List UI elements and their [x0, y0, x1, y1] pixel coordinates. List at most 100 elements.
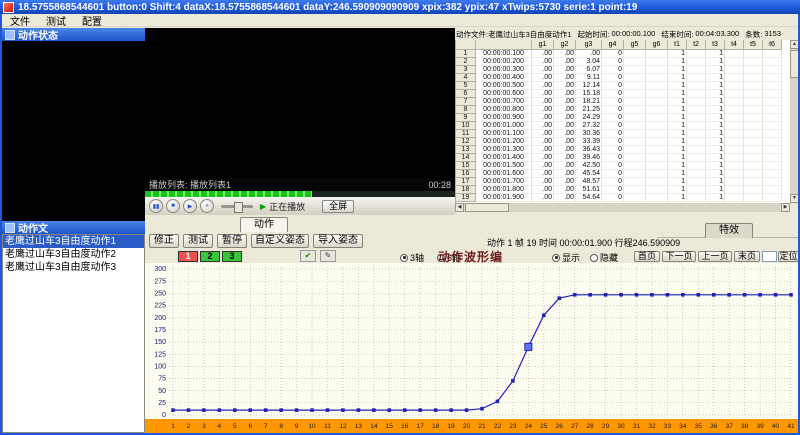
- row-number[interactable]: 16: [456, 170, 476, 178]
- row-number[interactable]: 11: [456, 130, 476, 138]
- table-cell: 00:00:00.800: [476, 106, 532, 114]
- table-cell: [624, 50, 646, 58]
- data-table[interactable]: g1g2g3g4g5g6t1t2t3t4t5t6 100:00:00.100.0…: [455, 40, 790, 203]
- row-number[interactable]: 1: [456, 50, 476, 58]
- table-header-cell-4[interactable]: g3: [576, 40, 602, 50]
- table-cell: [725, 90, 744, 98]
- row-number[interactable]: 18: [456, 186, 476, 194]
- row-number[interactable]: 6: [456, 90, 476, 98]
- table-header-cell-7[interactable]: g6: [646, 40, 668, 50]
- video-display[interactable]: [145, 28, 455, 178]
- row-number[interactable]: 2: [456, 58, 476, 66]
- scroll-left-icon[interactable]: ◀: [455, 203, 464, 212]
- file-panel-header[interactable]: 动作文: [2, 221, 145, 234]
- row-number[interactable]: 4: [456, 74, 476, 82]
- pause-button[interactable]: ▮▮: [149, 199, 163, 213]
- series-button-2[interactable]: 2: [200, 251, 220, 262]
- fullscreen-button[interactable]: 全屏: [322, 200, 354, 213]
- row-number[interactable]: 5: [456, 82, 476, 90]
- file-panel-title: 动作文: [18, 220, 48, 235]
- toolbar-button-2[interactable]: 暂停: [217, 234, 247, 248]
- table-header-cell-3[interactable]: g2: [554, 40, 576, 50]
- table-cell: .00: [532, 98, 554, 106]
- scroll-right-icon[interactable]: ▶: [781, 203, 790, 212]
- table-header-cell-1[interactable]: [476, 40, 532, 50]
- series-button-3[interactable]: 3: [222, 251, 242, 262]
- table-cell: [687, 106, 706, 114]
- toolbar-button-4[interactable]: 导入姿态: [313, 234, 363, 248]
- table-header-cell-11[interactable]: t4: [725, 40, 744, 50]
- row-number[interactable]: 13: [456, 146, 476, 154]
- table-row: 300:00:00.300.00.006.07011: [456, 66, 790, 74]
- row-number[interactable]: 10: [456, 122, 476, 130]
- series-button-1[interactable]: 1: [178, 251, 198, 262]
- next-button[interactable]: »: [200, 199, 214, 213]
- row-number[interactable]: 8: [456, 106, 476, 114]
- status-panel-header[interactable]: 动作状态: [2, 28, 145, 41]
- row-number[interactable]: 3: [456, 66, 476, 74]
- row-number[interactable]: 19: [456, 194, 476, 202]
- play-button[interactable]: ▶: [183, 199, 197, 213]
- table-header-cell-5[interactable]: g4: [602, 40, 624, 50]
- svg-text:75: 75: [158, 376, 166, 383]
- svg-text:225: 225: [154, 303, 166, 310]
- table-header-cell-8[interactable]: t1: [668, 40, 687, 50]
- file-list-item-2[interactable]: 老鹰过山车3自由度动作3: [3, 261, 144, 274]
- row-number[interactable]: 12: [456, 138, 476, 146]
- apply-icon-button[interactable]: ✔: [300, 250, 316, 262]
- menu-item-1[interactable]: 测试: [46, 13, 66, 28]
- action-file-list[interactable]: 老鹰过山车3自由度动作1老鹰过山车3自由度动作2老鹰过山车3自由度动作3: [2, 234, 145, 433]
- file-list-item-1[interactable]: 老鹰过山车3自由度动作2: [3, 248, 144, 261]
- table-header-cell-2[interactable]: g1: [532, 40, 554, 50]
- table-header-cell-0[interactable]: [456, 40, 476, 50]
- volume-slider[interactable]: [221, 205, 253, 208]
- menu-item-0[interactable]: 文件: [10, 13, 30, 28]
- radio-3axis[interactable]: 3轴: [400, 251, 424, 264]
- menu-bar: 文件 测试 配置: [2, 14, 798, 27]
- table-header-cell-9[interactable]: t2: [687, 40, 706, 50]
- page-last-button[interactable]: 末页: [734, 251, 760, 262]
- table-cell: .00: [532, 58, 554, 66]
- table-cell: [725, 170, 744, 178]
- table-cell: .00: [532, 90, 554, 98]
- tab-effect-right[interactable]: 特效: [705, 223, 753, 238]
- file-list-item-0[interactable]: 老鹰过山车3自由度动作1: [3, 235, 144, 248]
- toolbar-button-0[interactable]: 修正: [149, 234, 179, 248]
- radio-hide[interactable]: 隐藏: [590, 251, 618, 264]
- radio-show[interactable]: 显示: [552, 251, 580, 264]
- table-header-cell-10[interactable]: t3: [706, 40, 725, 50]
- page-prev-button[interactable]: 上一页: [698, 251, 732, 262]
- table-row: 900:00:00.900.00.0024.29011: [456, 114, 790, 122]
- page-next-button[interactable]: 下一页: [662, 251, 696, 262]
- menu-item-2[interactable]: 配置: [82, 13, 102, 28]
- goto-page-input[interactable]: [762, 251, 777, 262]
- table-cell: [687, 170, 706, 178]
- title-bar[interactable]: 18.5755868544601 button:0 Shift:4 dataX:…: [0, 0, 800, 14]
- table-cell: 0: [602, 138, 624, 146]
- table-cell: [763, 130, 782, 138]
- table-cell: [687, 186, 706, 194]
- row-number[interactable]: 14: [456, 154, 476, 162]
- row-number[interactable]: 15: [456, 162, 476, 170]
- locate-button[interactable]: 定位: [778, 251, 799, 262]
- table-cell: .00: [554, 106, 576, 114]
- row-number[interactable]: 9: [456, 114, 476, 122]
- table-header-cell-12[interactable]: t5: [744, 40, 763, 50]
- tab-action[interactable]: 动作: [240, 217, 288, 232]
- table-header-cell-13[interactable]: t6: [763, 40, 782, 50]
- row-number[interactable]: 7: [456, 98, 476, 106]
- volume-knob[interactable]: [234, 202, 243, 213]
- page-first-button[interactable]: 首页: [634, 251, 660, 262]
- table-hscrollbar[interactable]: ◀ ▶: [455, 203, 790, 212]
- table-header-cell-6[interactable]: g5: [624, 40, 646, 50]
- hscroll-thumb[interactable]: [465, 203, 509, 212]
- waveform-plot[interactable]: 0255075100125150175200225250275300123456…: [145, 263, 798, 433]
- row-number[interactable]: 17: [456, 178, 476, 186]
- table-cell: .00: [532, 170, 554, 178]
- table-row: 500:00:00.500.00.0012.14011: [456, 82, 790, 90]
- edit-icon-button[interactable]: ✎: [320, 250, 336, 262]
- table-cell: 15.18: [576, 90, 602, 98]
- toolbar-button-1[interactable]: 测试: [183, 234, 213, 248]
- toolbar-button-3[interactable]: 自定义姿态: [251, 234, 309, 248]
- stop-button[interactable]: ■: [166, 199, 180, 213]
